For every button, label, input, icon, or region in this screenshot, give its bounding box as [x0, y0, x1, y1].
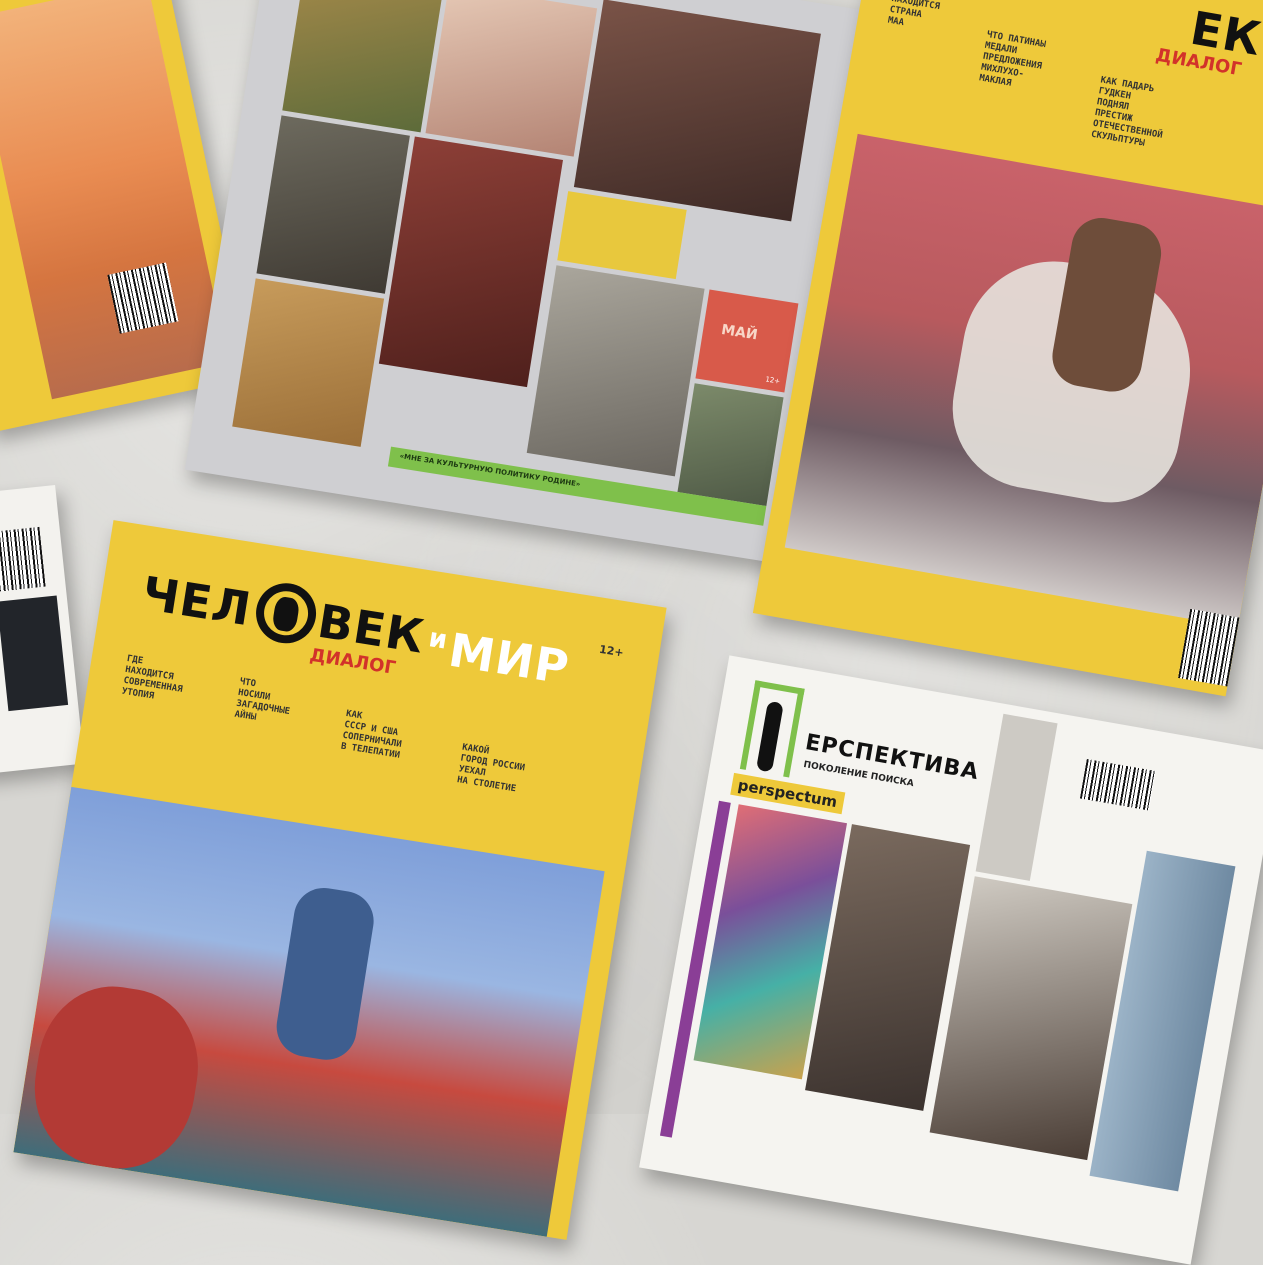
cover-teaser-2: ЧТО ПАТИНАЫ МЕДАЛИ ПРЕДЛОЖЕНИЯ МИХЛУХО- … — [978, 29, 1047, 89]
logo-part-1: ЧЕЛ — [138, 565, 256, 637]
barcode — [0, 526, 46, 592]
grey-column — [975, 713, 1058, 881]
portrait-young-man — [526, 265, 705, 477]
performer-figure — [272, 883, 378, 1065]
cover-teaser-3: КАК ПАДАРЬ ГУДКЕН ПОДНЯЛ ПРЕСТИЖ ОТЕЧЕСТ… — [1090, 75, 1164, 149]
magazine-covers-scene: МАЙ 12+ «МНЕ ЗА КУЛЬТУРНУЮ ПОЛИТИКУ РОДИ… — [0, 0, 1263, 1265]
cover-teaser-1: ГДЕ НАХОДИТСЯ СОВРЕМЕННАЯ УТОПИЯ — [121, 654, 184, 702]
magazine-left-middle — [0, 485, 85, 775]
cover-teaser-3: КАК СССР И США СОПЕРНИЧАЛИ В ТЕЛЕПАТИИ — [340, 708, 403, 761]
magazine-bottom-right: ЕРСПЕКТИВА ПОКОЛЕНИЕ ПОИСКА perspectum — [639, 655, 1263, 1265]
logo-frame-icon — [739, 680, 805, 778]
rider-illustration — [784, 133, 1263, 628]
bread-texture — [232, 278, 385, 447]
cover-teaser-1: ГДЕ НАХОДИТСЯ СТРАНА МАА — [886, 0, 941, 29]
red-mask — [23, 976, 210, 1179]
magazine-bottom-center: ЧЕЛ ВЕК и МИР ДИАЛОГ 12+ ГДЕ НАХОДИТСЯ С… — [13, 520, 667, 1240]
portrait-dark-hair-woman — [573, 0, 821, 222]
yellow-text-block — [557, 191, 687, 280]
sunset-photo — [0, 0, 229, 400]
logo-part-3: МИР — [445, 622, 574, 695]
magazine-top-center: МАЙ 12+ «МНЕ ЗА КУЛЬТУРНУЮ ПОЛИТИКУ РОДИ… — [184, 0, 866, 564]
age-rating: 12+ — [598, 642, 625, 660]
cover-teaser-4: КАКОЙ ГОРОД РОССИИ УЕХАЛ НА СТОЛЕТИЕ — [456, 742, 526, 795]
dark-block — [0, 595, 69, 712]
barcode — [107, 262, 179, 334]
portrait-woman-smile — [677, 383, 784, 507]
portrait-bearded-man — [256, 115, 410, 294]
logo-circle-icon — [251, 578, 321, 648]
month-label: МАЙ — [720, 321, 759, 344]
quote-text: «МНЕ ЗА КУЛЬТУРНУЮ ПОЛИТИКУ РОДИНЕ» — [399, 452, 581, 489]
age-rating: 12+ — [764, 375, 781, 386]
logo-part-i: и — [426, 623, 451, 656]
red-month-block: МАЙ 12+ — [695, 289, 799, 393]
barcode — [1079, 758, 1156, 811]
barcode — [1178, 608, 1240, 687]
ballerina-photo — [378, 136, 563, 388]
portrait-sunglasses-woman — [425, 0, 598, 157]
cover-teaser-2: ЧТО НОСИЛИ ЗАГАДОЧНЫЕ АЙНЫ — [233, 676, 291, 723]
portrait-flower-crown — [282, 0, 445, 133]
festival-photo — [13, 786, 605, 1237]
